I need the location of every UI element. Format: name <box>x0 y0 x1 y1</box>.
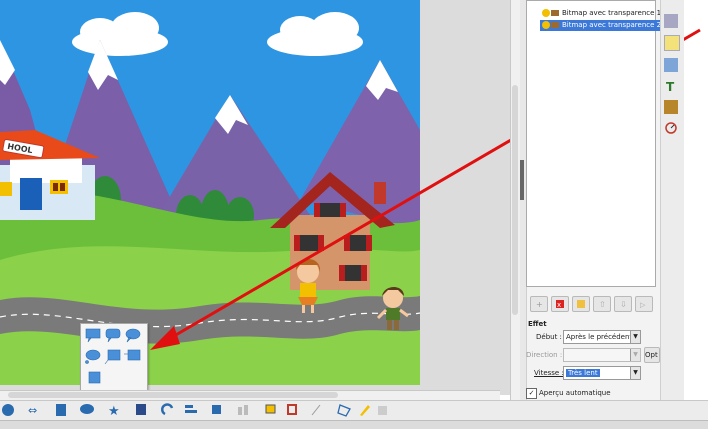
vitesse-label: Vitesse : <box>534 369 564 377</box>
points-icon[interactable] <box>337 404 351 417</box>
align-icon[interactable] <box>185 405 197 413</box>
gallery-icon[interactable] <box>664 100 678 114</box>
apercu-checkbox[interactable]: ✓ <box>526 388 537 399</box>
debut-value: Après le précédent <box>566 333 633 341</box>
callout-shapes-popup <box>80 323 148 395</box>
arrows-icon[interactable]: ⇔ <box>28 404 37 417</box>
fontwork-icon[interactable] <box>360 405 370 416</box>
svg-text:x: x <box>557 301 561 309</box>
direction-select[interactable]: ▼ <box>563 348 641 362</box>
vertical-scroll-thumb[interactable] <box>512 85 518 315</box>
svg-text:⇩: ⇩ <box>620 300 627 309</box>
custom-animation-icon[interactable] <box>664 35 680 51</box>
line-icon[interactable] <box>311 404 321 416</box>
play-button[interactable]: ▷ <box>635 296 653 312</box>
stars-icon[interactable]: ★ <box>108 404 120 419</box>
apercu-label: Aperçu automatique <box>539 389 611 397</box>
distribute-icon[interactable] <box>238 405 248 415</box>
chevron-down-icon: ▼ <box>630 331 640 343</box>
svg-text:T: T <box>666 80 675 93</box>
svg-text:⇔: ⇔ <box>28 404 37 417</box>
line-callout-3-icon[interactable] <box>88 371 101 384</box>
drawing-toolbar-icons: ⇔ ★ <box>2 403 387 419</box>
direction-label: Direction : <box>526 351 563 359</box>
vitesse-select[interactable]: Très lent ▼ <box>563 366 641 380</box>
modify-effect-button[interactable] <box>572 296 590 312</box>
cloud-callout-icon[interactable] <box>85 349 101 364</box>
effect-options-button[interactable]: Opt <box>644 347 660 363</box>
navigator-icon[interactable] <box>664 121 678 135</box>
remove-effect-button[interactable]: x <box>551 296 569 312</box>
svg-text:+: + <box>536 300 543 309</box>
debut-select[interactable]: Après le précédent ▼ <box>563 330 641 344</box>
3d-objects-icon[interactable] <box>136 404 146 415</box>
splitter-grip-icon[interactable] <box>520 160 524 200</box>
animation-list[interactable] <box>526 0 656 287</box>
animation-list-item-selected[interactable]: Bitmap avec transparence 2 <box>540 20 672 31</box>
bitmap-icon <box>551 10 559 16</box>
rectangular-callout-icon[interactable] <box>85 328 101 343</box>
svg-text:★: ★ <box>108 404 120 419</box>
svg-text:▷: ▷ <box>640 301 646 309</box>
callouts-icon[interactable] <box>80 404 94 414</box>
rotate-icon[interactable] <box>161 403 174 416</box>
svg-text:⇧: ⇧ <box>599 300 606 309</box>
crop-icon[interactable] <box>287 404 297 415</box>
slide-transition-icon[interactable] <box>664 58 678 72</box>
animation-list-item[interactable]: Bitmap avec transparence 1 <box>540 8 672 19</box>
effect-start-icon <box>542 9 550 17</box>
move-down-button[interactable]: ⇩ <box>614 296 632 312</box>
layouts-icon[interactable] <box>664 14 678 28</box>
flowchart-icon[interactable] <box>56 404 66 416</box>
round-callout-icon[interactable] <box>125 328 141 343</box>
animation-item-label: Bitmap avec transparence 1 <box>562 9 662 17</box>
arrange-icon[interactable] <box>212 405 221 414</box>
horizontal-scroll-thumb[interactable] <box>8 392 338 398</box>
effect-start-icon <box>542 21 550 29</box>
rounded-rectangular-callout-icon[interactable] <box>105 328 121 343</box>
debut-label: Début : <box>536 333 562 341</box>
line-callout-2-icon[interactable] <box>124 349 141 361</box>
bitmap-icon <box>551 22 559 28</box>
vitesse-value: Très lent <box>566 369 600 377</box>
status-bar <box>0 420 708 429</box>
add-effect-button[interactable]: + <box>530 296 548 312</box>
basic-shapes-icon[interactable] <box>2 404 14 416</box>
animation-item-label: Bitmap avec transparence 2 <box>562 21 662 29</box>
line-callout-1-icon[interactable] <box>104 349 121 365</box>
extrusion-icon[interactable] <box>378 406 387 415</box>
chevron-down-icon: ▼ <box>630 349 640 361</box>
effect-section-title: Effet <box>528 320 547 328</box>
move-up-button[interactable]: ⇧ <box>593 296 611 312</box>
shadow-icon[interactable] <box>265 404 276 414</box>
chevron-down-icon: ▼ <box>630 367 640 379</box>
impress-window: HOOL Bitmap avec transparence 1 Bitmap a… <box>0 0 708 429</box>
text-icon[interactable]: T <box>664 79 678 94</box>
